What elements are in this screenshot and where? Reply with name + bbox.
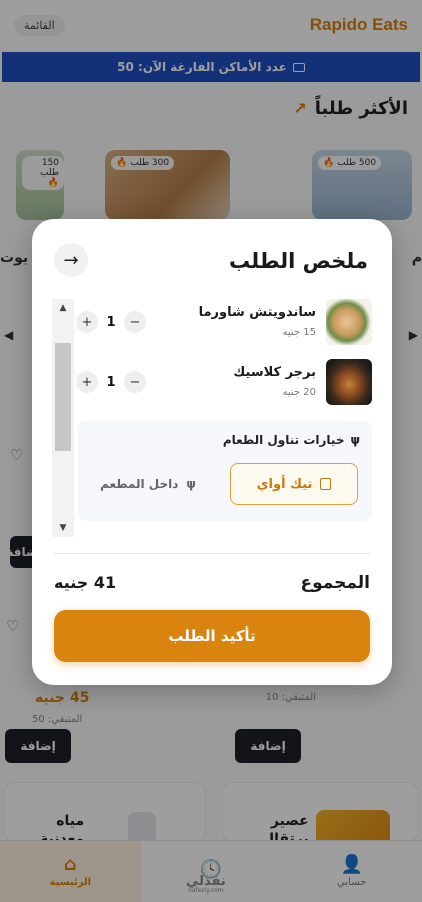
quantity-value: 1 <box>106 314 116 330</box>
order-summary-modal: ملخص الطلب → ▲ ▼ ساندويتش شاورما 15 جنيه… <box>32 219 392 685</box>
increase-button[interactable]: + <box>76 371 98 393</box>
decrease-button[interactable]: − <box>124 371 146 393</box>
confirm-order-button[interactable]: تأكيد الطلب <box>54 610 370 662</box>
modal-title: ملخص الطلب <box>228 249 368 273</box>
arrow-right-icon: → <box>63 249 79 271</box>
item-price: 20 جنيه <box>282 387 317 398</box>
order-item: برجر كلاسيك 20 جنيه + 1 − <box>76 359 372 407</box>
dining-options: ψ خيارات تناول الطعام تيك أواي ψ داخل ال… <box>78 421 372 521</box>
quantity-stepper: + 1 − <box>76 371 146 393</box>
dine-in-option[interactable]: ψ داخل المطعم <box>88 463 208 505</box>
takeaway-option[interactable]: تيك أواي <box>230 463 358 505</box>
scrollbar-thumb[interactable] <box>55 343 71 451</box>
takeaway-label: تيك أواي <box>256 476 313 492</box>
shawarma-image <box>326 299 372 345</box>
increase-button[interactable]: + <box>76 311 98 333</box>
item-name: ساندويتش شاورما <box>198 305 316 320</box>
shopping-bag-icon <box>320 478 332 490</box>
dine-in-label: داخل المطعم <box>100 477 179 491</box>
fork-knife-icon: ψ <box>186 477 196 491</box>
decrease-button[interactable]: − <box>124 311 146 333</box>
total-value: 41 جنيه <box>54 573 117 592</box>
order-item: ساندويتش شاورما 15 جنيه + 1 − <box>76 299 372 347</box>
order-items-list[interactable]: ▲ ▼ ساندويتش شاورما 15 جنيه + 1 − برجر ك… <box>52 299 372 537</box>
dining-options-title: خيارات تناول الطعام <box>222 433 345 447</box>
quantity-value: 1 <box>106 374 116 390</box>
quantity-stepper: + 1 − <box>76 311 146 333</box>
scrollbar[interactable]: ▲ ▼ <box>52 299 74 537</box>
burger-image <box>326 359 372 405</box>
scroll-up-icon[interactable]: ▲ <box>52 303 74 313</box>
close-button[interactable]: → <box>54 243 88 277</box>
fork-knife-icon: ψ <box>350 433 360 447</box>
total-label: المجموع <box>300 573 370 593</box>
scroll-down-icon[interactable]: ▼ <box>52 523 74 533</box>
dining-options-header: ψ خيارات تناول الطعام <box>223 433 360 447</box>
item-name: برجر كلاسيك <box>233 365 316 380</box>
divider <box>54 553 370 554</box>
item-price: 15 جنيه <box>282 327 317 338</box>
